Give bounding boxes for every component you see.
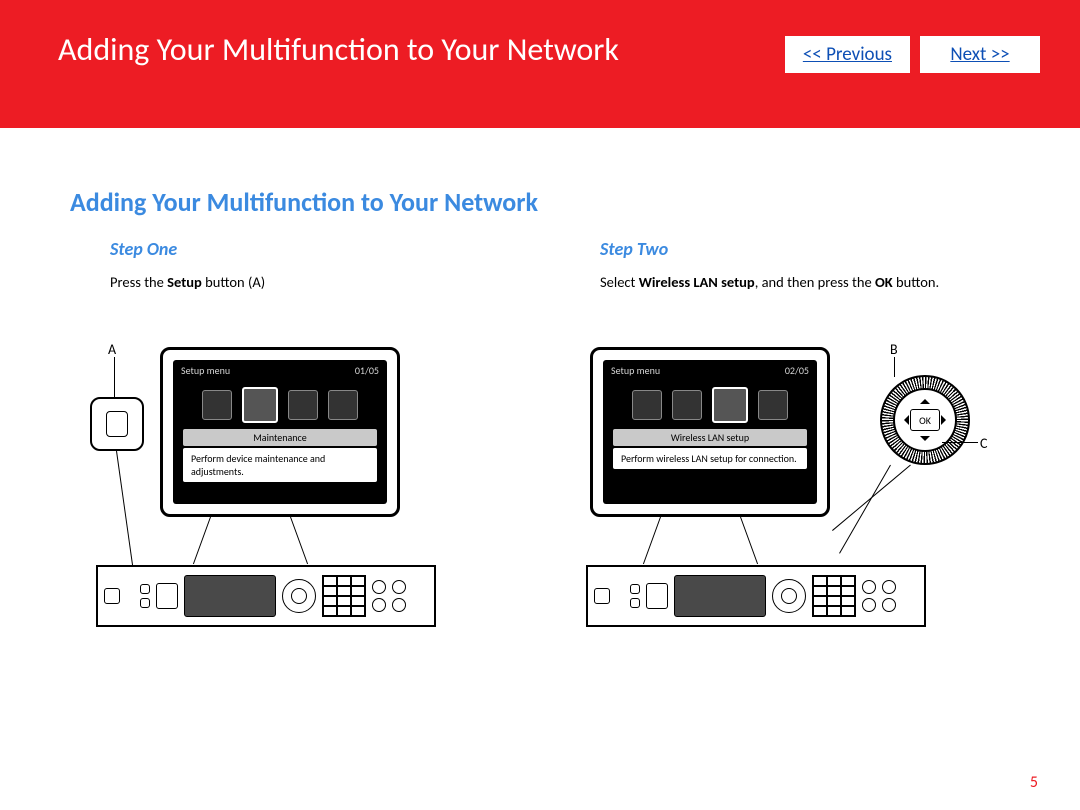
panel-button-col xyxy=(862,580,876,612)
lcd-icon-row xyxy=(173,381,387,429)
ok-dial-callout: OK xyxy=(880,375,970,465)
lcd-icon-selected xyxy=(712,387,748,423)
setup-button-icon xyxy=(106,411,128,437)
step-two-title: Step Two xyxy=(560,238,1010,260)
lcd-screen-one: Setup menu 01/05 Maintenance Perform dev… xyxy=(173,360,387,504)
next-button[interactable]: Next >> xyxy=(920,36,1040,73)
lcd-bubble-two: Setup menu 02/05 Wireless LAN setup Perf… xyxy=(590,347,830,517)
lcd-icon-row xyxy=(603,381,817,429)
callout-label-b: B xyxy=(890,341,898,358)
lcd-menu-title: Setup menu xyxy=(611,364,660,377)
step-two-illustration: Setup menu 02/05 Wireless LAN setup Perf… xyxy=(580,347,1000,627)
leader-line xyxy=(832,465,911,531)
lcd-bubble-one: Setup menu 01/05 Maintenance Perform dev… xyxy=(160,347,400,517)
panel-setup-button xyxy=(646,583,668,609)
panel-dial xyxy=(772,579,806,613)
lcd-selection-desc: Perform wireless LAN setup for connectio… xyxy=(613,448,807,469)
leader-a xyxy=(114,357,115,397)
lcd-selection-label: Maintenance xyxy=(183,429,377,446)
callout-label-c: C xyxy=(980,435,987,452)
section-title: Adding Your Multifunction to Your Networ… xyxy=(70,186,1010,218)
step-one-text-post: button (A) xyxy=(202,273,265,291)
lcd-screen-two: Setup menu 02/05 Wireless LAN setup Perf… xyxy=(603,360,817,504)
leader-line xyxy=(643,517,661,564)
leader-line xyxy=(839,465,891,554)
panel-button xyxy=(630,598,640,608)
step-two-text-bold: Wireless LAN setup xyxy=(639,273,755,291)
lcd-icon-selected xyxy=(242,387,278,423)
panel-setup-button xyxy=(156,583,178,609)
lcd-icon xyxy=(758,390,788,420)
device-panel-two xyxy=(586,565,926,627)
step-one-text-pre: Press the xyxy=(110,273,167,291)
panel-dial xyxy=(282,579,316,613)
lcd-icon xyxy=(672,390,702,420)
lcd-selection-label: Wireless LAN setup xyxy=(613,429,807,446)
lcd-page-indicator: 02/05 xyxy=(785,364,809,377)
callout-label-a: A xyxy=(108,341,116,358)
device-panel-one xyxy=(96,565,436,627)
leader-line xyxy=(116,451,133,566)
lcd-menu-title: Setup menu xyxy=(181,364,230,377)
leader-line xyxy=(193,517,211,564)
lcd-icon xyxy=(202,390,232,420)
step-one-illustration: A Setup menu 01/05 xyxy=(90,347,450,627)
step-two-text-mid: , and then press the xyxy=(755,273,875,291)
step-two-text-bold2: OK xyxy=(875,273,893,291)
step-one: Step One Press the Setup button (A) A Se… xyxy=(70,238,520,627)
lcd-top-row: Setup menu 01/05 xyxy=(173,360,387,381)
panel-button-col xyxy=(630,584,640,608)
panel-button-col xyxy=(882,580,896,612)
ok-button: OK xyxy=(910,409,940,431)
panel-button xyxy=(630,584,640,594)
page-number: 5 xyxy=(1030,773,1038,792)
panel-button xyxy=(140,598,150,608)
panel-button-col xyxy=(140,584,150,608)
panel-button xyxy=(594,588,610,604)
panel-display xyxy=(674,575,766,617)
previous-button[interactable]: << Previous xyxy=(785,36,910,73)
nav-links: << Previous Next >> xyxy=(785,36,1040,73)
leader-b xyxy=(894,357,895,377)
panel-button xyxy=(140,584,150,594)
arrow-left-icon xyxy=(899,415,909,425)
step-one-title: Step One xyxy=(70,238,520,260)
panel-numpad xyxy=(322,575,366,617)
lcd-icon xyxy=(328,390,358,420)
page-title: Adding Your Multifunction to Your Networ… xyxy=(58,30,785,69)
header-bar: Adding Your Multifunction to Your Networ… xyxy=(0,0,1080,128)
step-two-text: Select Wireless LAN setup, and then pres… xyxy=(560,272,1010,292)
panel-button xyxy=(104,588,120,604)
lcd-page-indicator: 01/05 xyxy=(355,364,379,377)
lcd-icon xyxy=(288,390,318,420)
panel-button-col xyxy=(372,580,386,612)
setup-button-callout xyxy=(90,397,144,451)
lcd-icon xyxy=(632,390,662,420)
panel-numpad xyxy=(812,575,856,617)
dial-outer-ring: OK xyxy=(880,375,970,465)
step-two-text-post: button. xyxy=(893,273,940,291)
leader-c xyxy=(942,442,978,443)
step-one-text: Press the Setup button (A) xyxy=(70,272,520,292)
content-area: Adding Your Multifunction to Your Networ… xyxy=(0,128,1080,627)
steps-row: Step One Press the Setup button (A) A Se… xyxy=(70,238,1010,627)
panel-display xyxy=(184,575,276,617)
step-two-text-pre: Select xyxy=(600,273,639,291)
step-two: Step Two Select Wireless LAN setup, and … xyxy=(560,238,1010,627)
panel-button-col xyxy=(392,580,406,612)
arrow-right-icon xyxy=(941,415,951,425)
step-one-text-bold: Setup xyxy=(167,273,202,291)
leader-line xyxy=(290,517,308,564)
leader-line xyxy=(740,517,758,564)
lcd-top-row: Setup menu 02/05 xyxy=(603,360,817,381)
lcd-selection-desc: Perform device maintenance and adjustmen… xyxy=(183,448,377,482)
